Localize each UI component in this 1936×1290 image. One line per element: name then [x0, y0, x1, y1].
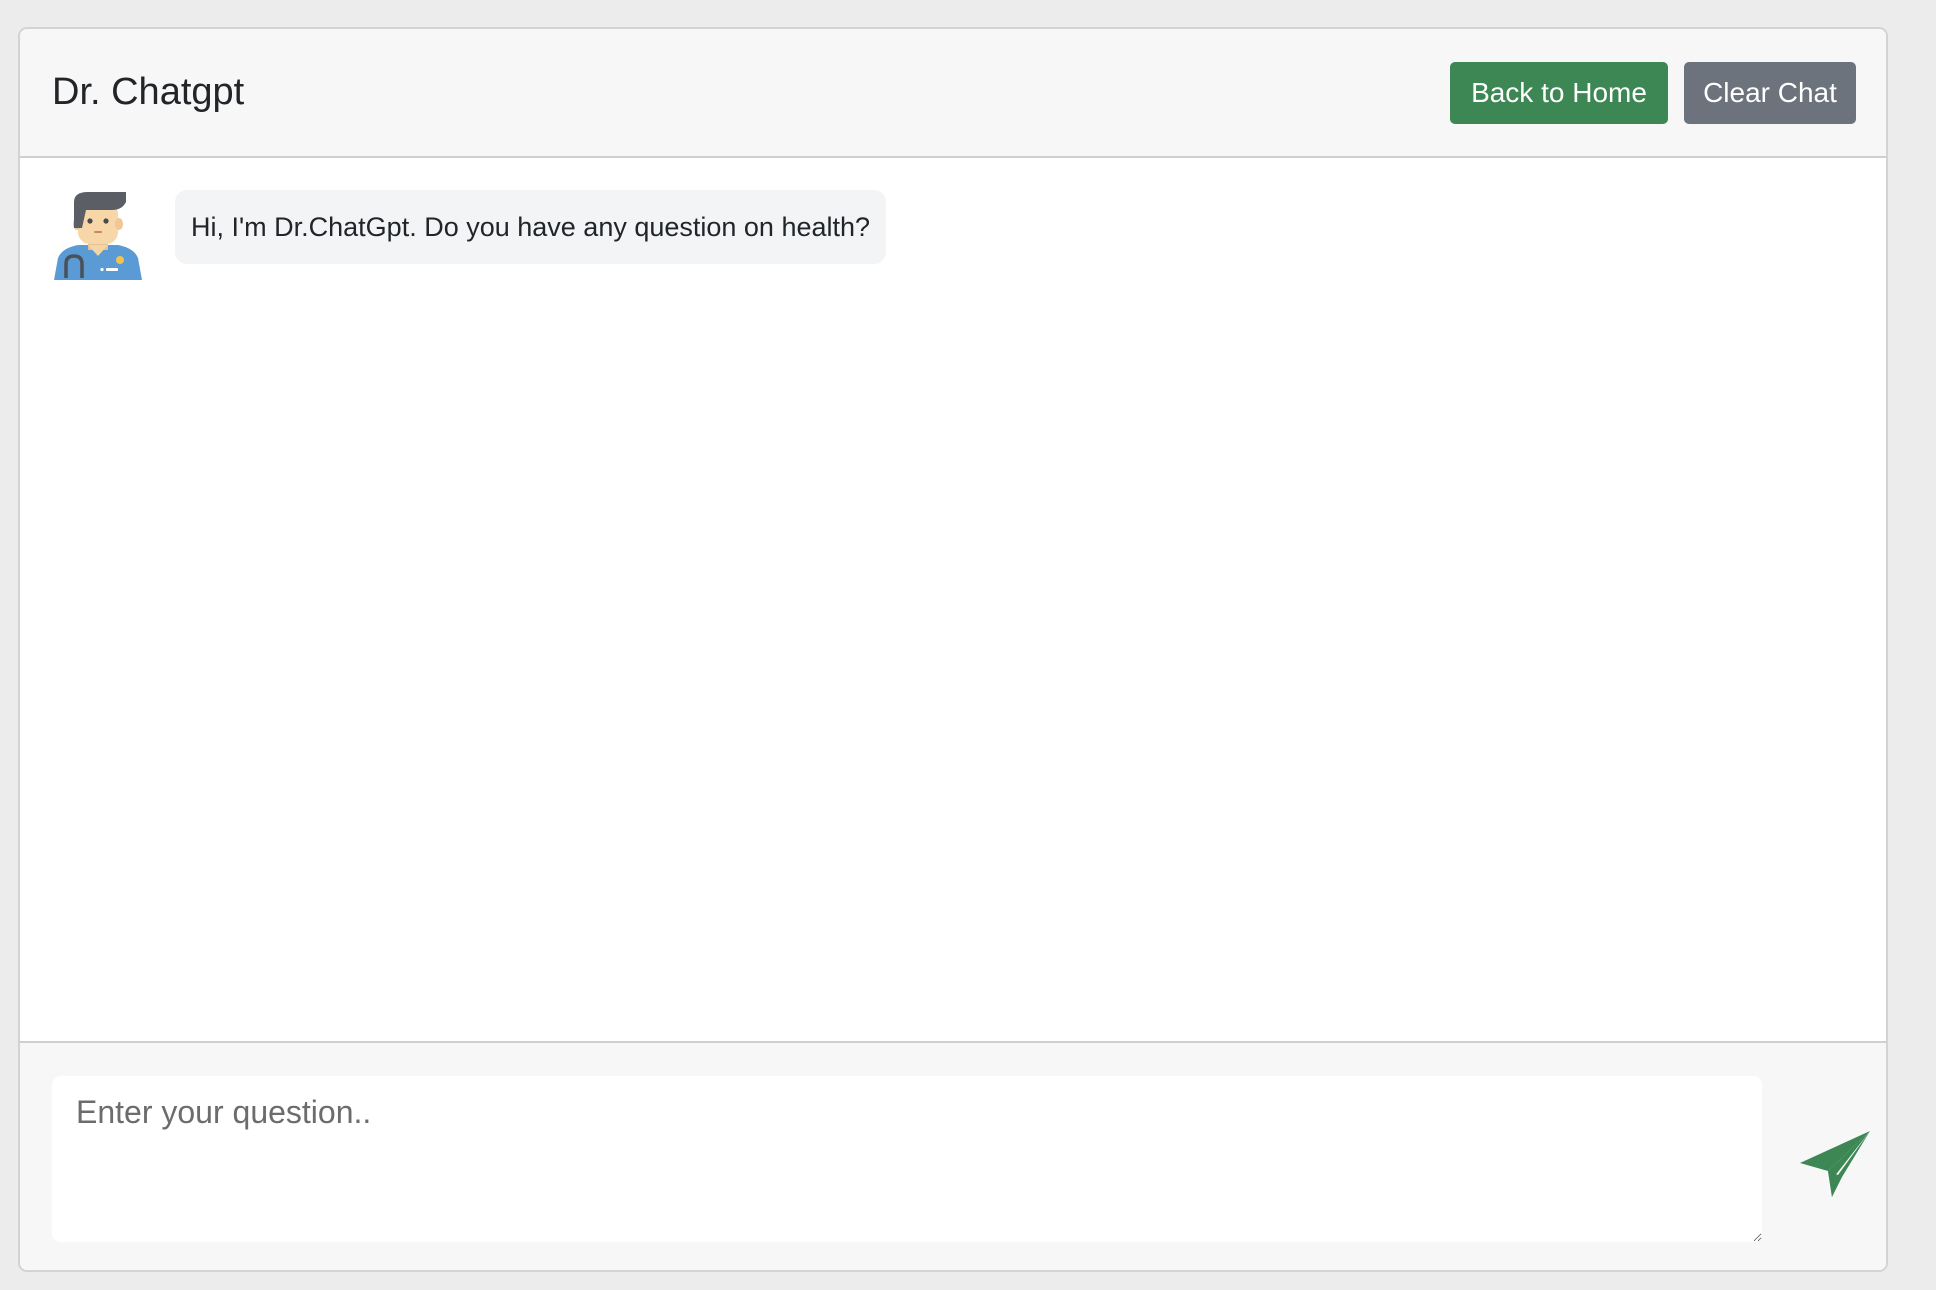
paper-plane-icon — [1800, 1131, 1870, 1197]
message-bubble: Hi, I'm Dr.ChatGpt. Do you have any ques… — [175, 190, 887, 264]
question-input[interactable] — [52, 1076, 1762, 1242]
chat-input-bar — [20, 1041, 1886, 1270]
clear-chat-button[interactable]: Clear Chat — [1684, 62, 1856, 124]
page-title: Dr. Chatgpt — [52, 71, 245, 113]
chat-card: Dr. Chatgpt Back to Home Clear Chat Hi, … — [18, 27, 1888, 1272]
chat-header: Dr. Chatgpt Back to Home Clear Chat — [20, 29, 1886, 158]
chat-messages-area[interactable]: Hi, I'm Dr.ChatGpt. Do you have any ques… — [20, 158, 1886, 1041]
back-to-home-button[interactable]: Back to Home — [1450, 62, 1668, 124]
send-button[interactable] — [1790, 1115, 1880, 1205]
doctor-avatar-icon — [54, 192, 142, 280]
chat-message: Hi, I'm Dr.ChatGpt. Do you have any ques… — [52, 188, 1052, 288]
